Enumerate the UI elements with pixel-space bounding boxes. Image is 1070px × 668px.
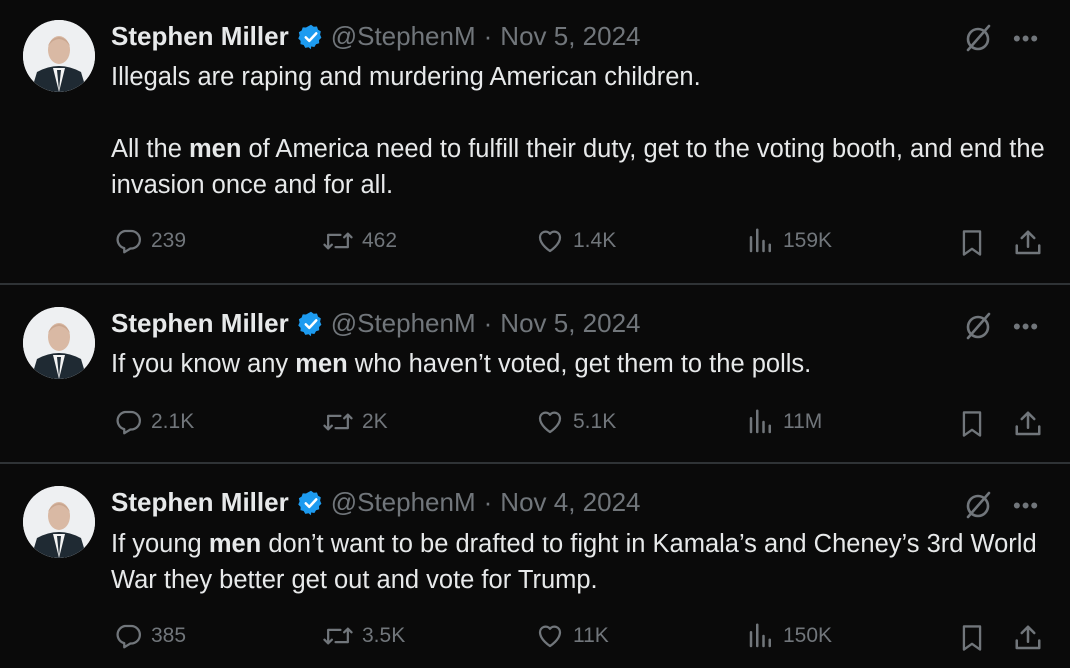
bookmark-icon[interactable] — [958, 623, 986, 653]
verified-badge-icon[interactable] — [297, 310, 325, 338]
repost-icon — [323, 627, 353, 645]
tweet-text: If young men don’t want to be drafted to… — [111, 526, 1051, 598]
reply-icon — [116, 624, 141, 649]
reply-count: 385 — [151, 624, 187, 647]
like-icon — [538, 230, 562, 253]
repost-button[interactable]: 2K — [322, 407, 388, 437]
tweet-header: Stephen Miller @StephenM · Nov 4, 2024 — [111, 487, 641, 518]
repost-icon — [323, 232, 353, 250]
tweet-paragraph: All the men of America need to fulfill t… — [111, 135, 1045, 199]
share-icon[interactable] — [1013, 409, 1043, 439]
tweet-paragraph: If you know any men who haven’t voted, g… — [111, 350, 812, 378]
author-handle[interactable]: @StephenM — [331, 21, 476, 52]
like-count: 11K — [573, 624, 609, 647]
grok-icon[interactable] — [962, 489, 994, 521]
author-name[interactable]: Stephen Miller — [111, 487, 289, 518]
tweet[interactable]: Stephen Miller @StephenM · Nov 5, 2024 •… — [0, 285, 1070, 462]
reply-count: 239 — [151, 229, 187, 252]
verified-badge-icon[interactable] — [297, 489, 325, 517]
share-icon[interactable] — [1013, 623, 1043, 653]
timestamp[interactable]: Nov 5, 2024 — [500, 21, 640, 52]
author-handle[interactable]: @StephenM — [331, 487, 476, 518]
repost-button[interactable]: 3.5K — [322, 621, 405, 651]
like-count: 1.4K — [573, 229, 617, 252]
tweet-actions: 385 3.5K 11K 150K — [0, 621, 1070, 655]
views-count: 150K — [783, 624, 833, 647]
tweet-text: Illegals are raping and murdering Americ… — [111, 59, 1051, 203]
views-count: 159K — [783, 229, 833, 252]
repost-button[interactable]: 462 — [322, 226, 397, 256]
tweet-text: If you know any men who haven’t voted, g… — [111, 346, 1051, 382]
tweet-header: Stephen Miller @StephenM · Nov 5, 2024 — [111, 21, 641, 52]
tweet-paragraph: If young men don’t want to be drafted to… — [111, 530, 1037, 594]
more-icon[interactable]: ••• — [1013, 493, 1039, 519]
reply-count: 2.1K — [151, 410, 195, 433]
views-icon — [749, 409, 771, 434]
reply-icon — [116, 410, 141, 435]
separator-dot: · — [483, 308, 493, 338]
verified-badge-icon[interactable] — [297, 23, 325, 51]
tweet-paragraph: Illegals are raping and murdering Americ… — [111, 63, 701, 91]
like-count: 5.1K — [573, 410, 617, 433]
avatar[interactable] — [23, 20, 95, 92]
like-icon — [538, 625, 562, 648]
separator-dot: · — [483, 487, 493, 517]
views-button[interactable]: 11M — [747, 407, 822, 437]
emphasis-text: men — [208, 530, 262, 558]
separator-dot: · — [483, 21, 493, 51]
reply-icon — [116, 229, 141, 254]
repost-count: 2K — [362, 410, 388, 433]
avatar[interactable] — [23, 486, 95, 558]
repost-count: 3.5K — [362, 624, 406, 647]
views-button[interactable]: 159K — [747, 226, 832, 256]
emphasis-text: men — [188, 135, 242, 163]
like-button[interactable]: 5.1K — [535, 407, 616, 437]
views-count: 11M — [783, 410, 823, 433]
tweet[interactable]: Stephen Miller @StephenM · Nov 4, 2024 •… — [0, 464, 1070, 668]
tweet[interactable]: Stephen Miller @StephenM · Nov 5, 2024 •… — [0, 0, 1070, 283]
like-button[interactable]: 1.4K — [535, 226, 616, 256]
avatar[interactable] — [23, 307, 95, 379]
like-button[interactable]: 11K — [535, 621, 609, 651]
like-icon — [538, 411, 562, 434]
views-icon — [749, 228, 771, 253]
share-icon[interactable] — [1013, 228, 1043, 258]
bookmark-icon[interactable] — [958, 228, 986, 258]
views-icon — [749, 623, 771, 648]
tweet-actions: 2.1K 2K 5.1K 11M — [0, 407, 1070, 441]
reply-button[interactable]: 239 — [113, 226, 186, 256]
grok-icon[interactable] — [962, 22, 994, 54]
timestamp[interactable]: Nov 4, 2024 — [500, 487, 640, 518]
bookmark-icon[interactable] — [958, 409, 986, 439]
author-name[interactable]: Stephen Miller — [111, 308, 289, 339]
views-button[interactable]: 150K — [747, 621, 832, 651]
tweet-header: Stephen Miller @StephenM · Nov 5, 2024 — [111, 308, 641, 339]
reply-button[interactable]: 2.1K — [113, 407, 194, 437]
more-icon[interactable]: ••• — [1013, 26, 1039, 52]
reply-button[interactable]: 385 — [113, 621, 186, 651]
repost-count: 462 — [362, 229, 398, 252]
repost-icon — [323, 413, 353, 431]
emphasis-text: men — [295, 350, 348, 378]
author-handle[interactable]: @StephenM — [331, 308, 476, 339]
grok-icon[interactable] — [962, 310, 994, 342]
author-name[interactable]: Stephen Miller — [111, 21, 289, 52]
timestamp[interactable]: Nov 5, 2024 — [500, 308, 640, 339]
more-icon[interactable]: ••• — [1013, 314, 1039, 340]
tweet-actions: 239 462 1.4K 159K — [0, 226, 1070, 260]
